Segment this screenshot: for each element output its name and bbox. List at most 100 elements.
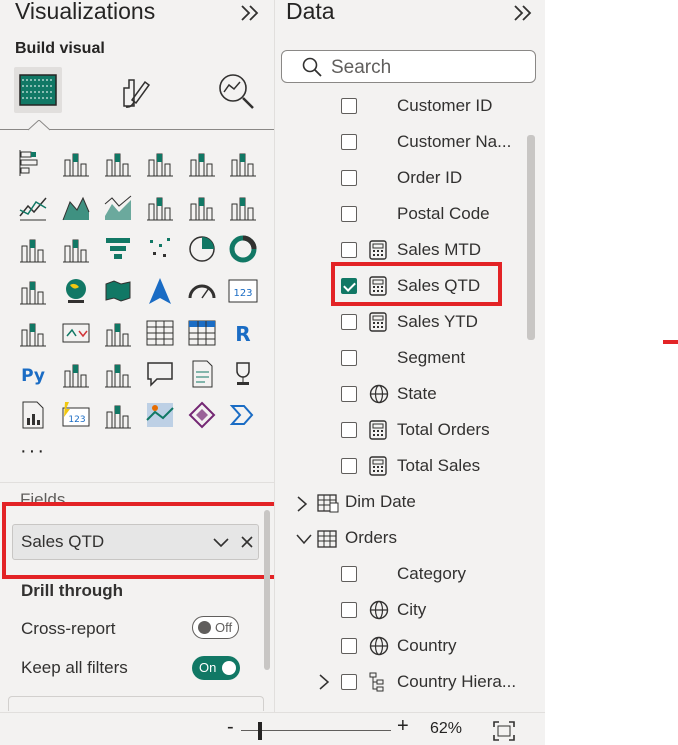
matrix-icon[interactable] — [187, 318, 217, 348]
table-row[interactable]: Orders — [292, 526, 492, 556]
field-checkbox[interactable] — [341, 638, 357, 654]
clustered-bar-chart-icon[interactable] — [103, 148, 133, 178]
build-visual-tab[interactable] — [14, 67, 62, 113]
collapse-visualizations-button[interactable] — [238, 3, 264, 23]
python-visual-icon[interactable]: Py — [18, 359, 48, 389]
funnel-icon[interactable] — [103, 234, 133, 264]
table-icon[interactable] — [145, 318, 175, 348]
stacked-bar-chart-icon[interactable] — [18, 148, 48, 178]
visualizations-scrollbar[interactable] — [264, 510, 270, 670]
stacked-column-chart-icon[interactable] — [61, 148, 91, 178]
field-checkbox[interactable] — [341, 242, 357, 258]
new-card-icon[interactable]: 123 — [61, 400, 91, 430]
field-checkbox[interactable] — [341, 206, 357, 222]
field-row[interactable]: Sales YTD — [335, 310, 525, 340]
decomposition-tree-icon[interactable] — [103, 359, 133, 389]
field-checkbox[interactable] — [341, 134, 357, 150]
fit-to-page-icon[interactable] — [493, 721, 515, 741]
line-and-clustered-column-chart-icon[interactable] — [228, 192, 258, 222]
field-row[interactable]: Customer Na... — [335, 130, 525, 160]
field-label: Sales MTD — [397, 240, 482, 259]
field-checkbox[interactable] — [341, 170, 357, 186]
table-row[interactable]: Dim Date — [292, 490, 492, 520]
zoom-level[interactable]: 62% — [430, 720, 462, 738]
clustered-column-chart-icon[interactable] — [145, 148, 175, 178]
field-row[interactable]: Postal Code — [335, 202, 525, 232]
field-row[interactable]: State — [335, 382, 525, 412]
ribbon-chart-icon[interactable] — [18, 234, 48, 264]
line-chart-icon[interactable] — [18, 192, 48, 222]
keep-all-filters-toggle-text: On — [199, 660, 217, 675]
area-chart-icon[interactable] — [61, 192, 91, 222]
field-row[interactable]: Customer ID — [335, 94, 525, 124]
drill-through-label: Drill through — [21, 581, 123, 600]
scatter-chart-icon[interactable] — [145, 234, 175, 264]
arcgis-map-icon[interactable] — [145, 400, 175, 430]
metrics-icon[interactable] — [228, 359, 258, 389]
stacked-area-chart-icon[interactable] — [103, 192, 133, 222]
r-visual-icon[interactable]: R — [228, 318, 258, 348]
field-checkbox[interactable] — [341, 386, 357, 402]
cross-report-toggle[interactable]: Off — [192, 616, 239, 639]
qa-icon[interactable] — [145, 359, 175, 389]
zoom-slider-track[interactable] — [241, 730, 391, 731]
field-checkbox[interactable] — [341, 458, 357, 474]
chevron-right-icon[interactable] — [296, 496, 308, 517]
double-chevron-right-icon — [514, 5, 532, 21]
field-checkbox[interactable] — [341, 422, 357, 438]
line-and-stacked-column-chart-icon[interactable] — [187, 192, 217, 222]
gauge-icon[interactable] — [187, 276, 217, 306]
chevron-down-icon[interactable] — [296, 532, 312, 550]
100-stacked-area-chart-icon[interactable] — [145, 192, 175, 222]
treemap-icon[interactable] — [18, 276, 48, 306]
power-automate-icon[interactable] — [228, 400, 258, 430]
field-row[interactable]: Total Orders — [335, 418, 525, 448]
field-checkbox[interactable] — [341, 602, 357, 618]
field-row[interactable]: City — [335, 598, 525, 628]
chevron-right-icon[interactable] — [318, 674, 330, 695]
zoom-in-button[interactable]: + — [397, 715, 409, 738]
pie-chart-icon[interactable] — [187, 234, 217, 264]
donut-chart-icon[interactable] — [228, 234, 258, 264]
slicer-icon[interactable] — [103, 318, 133, 348]
100-stacked-column-chart-icon[interactable] — [228, 148, 258, 178]
field-row[interactable]: Country — [335, 634, 525, 664]
paginated-report-icon[interactable] — [18, 400, 48, 430]
search-input[interactable]: Search — [281, 50, 536, 83]
multi-row-card-icon[interactable] — [18, 318, 48, 348]
kpi-icon[interactable] — [61, 318, 91, 348]
field-label: Total Sales — [397, 456, 481, 475]
globe-icon — [369, 384, 389, 409]
collapse-data-button[interactable] — [511, 3, 537, 23]
key-influencers-icon[interactable] — [61, 359, 91, 389]
new-slicer-icon[interactable] — [103, 400, 133, 430]
waterfall-chart-icon[interactable] — [61, 234, 91, 264]
format-visual-tab[interactable] — [112, 70, 156, 112]
field-checkbox[interactable] — [341, 674, 357, 690]
field-checkbox[interactable] — [341, 314, 357, 330]
field-row[interactable]: Segment — [335, 346, 525, 376]
more-visuals-button[interactable]: ··· — [20, 440, 46, 463]
field-label: Total Orders — [397, 420, 490, 439]
field-checkbox[interactable] — [341, 98, 357, 114]
svg-text:123: 123 — [233, 288, 252, 299]
analytics-tab[interactable] — [214, 70, 258, 112]
field-row[interactable]: Country Hiera... — [335, 670, 525, 700]
azure-map-icon[interactable] — [145, 276, 175, 306]
card-icon[interactable]: 123 — [228, 276, 258, 306]
map-icon[interactable] — [61, 276, 91, 306]
field-checkbox[interactable] — [341, 350, 357, 366]
field-row[interactable]: Category — [335, 562, 525, 592]
field-row[interactable]: Total Sales — [335, 454, 525, 484]
power-apps-icon[interactable] — [187, 400, 217, 430]
filled-map-icon[interactable] — [103, 276, 133, 306]
format-visual-icon — [123, 79, 151, 108]
100-stacked-bar-chart-icon[interactable] — [187, 148, 217, 178]
zoom-slider-thumb[interactable] — [258, 722, 262, 740]
data-scrollbar[interactable] — [527, 135, 535, 340]
zoom-out-button[interactable]: - — [227, 716, 234, 739]
keep-all-filters-toggle[interactable]: On — [192, 656, 240, 680]
field-row[interactable]: Order ID — [335, 166, 525, 196]
field-checkbox[interactable] — [341, 566, 357, 582]
smart-narrative-icon[interactable] — [187, 359, 217, 389]
